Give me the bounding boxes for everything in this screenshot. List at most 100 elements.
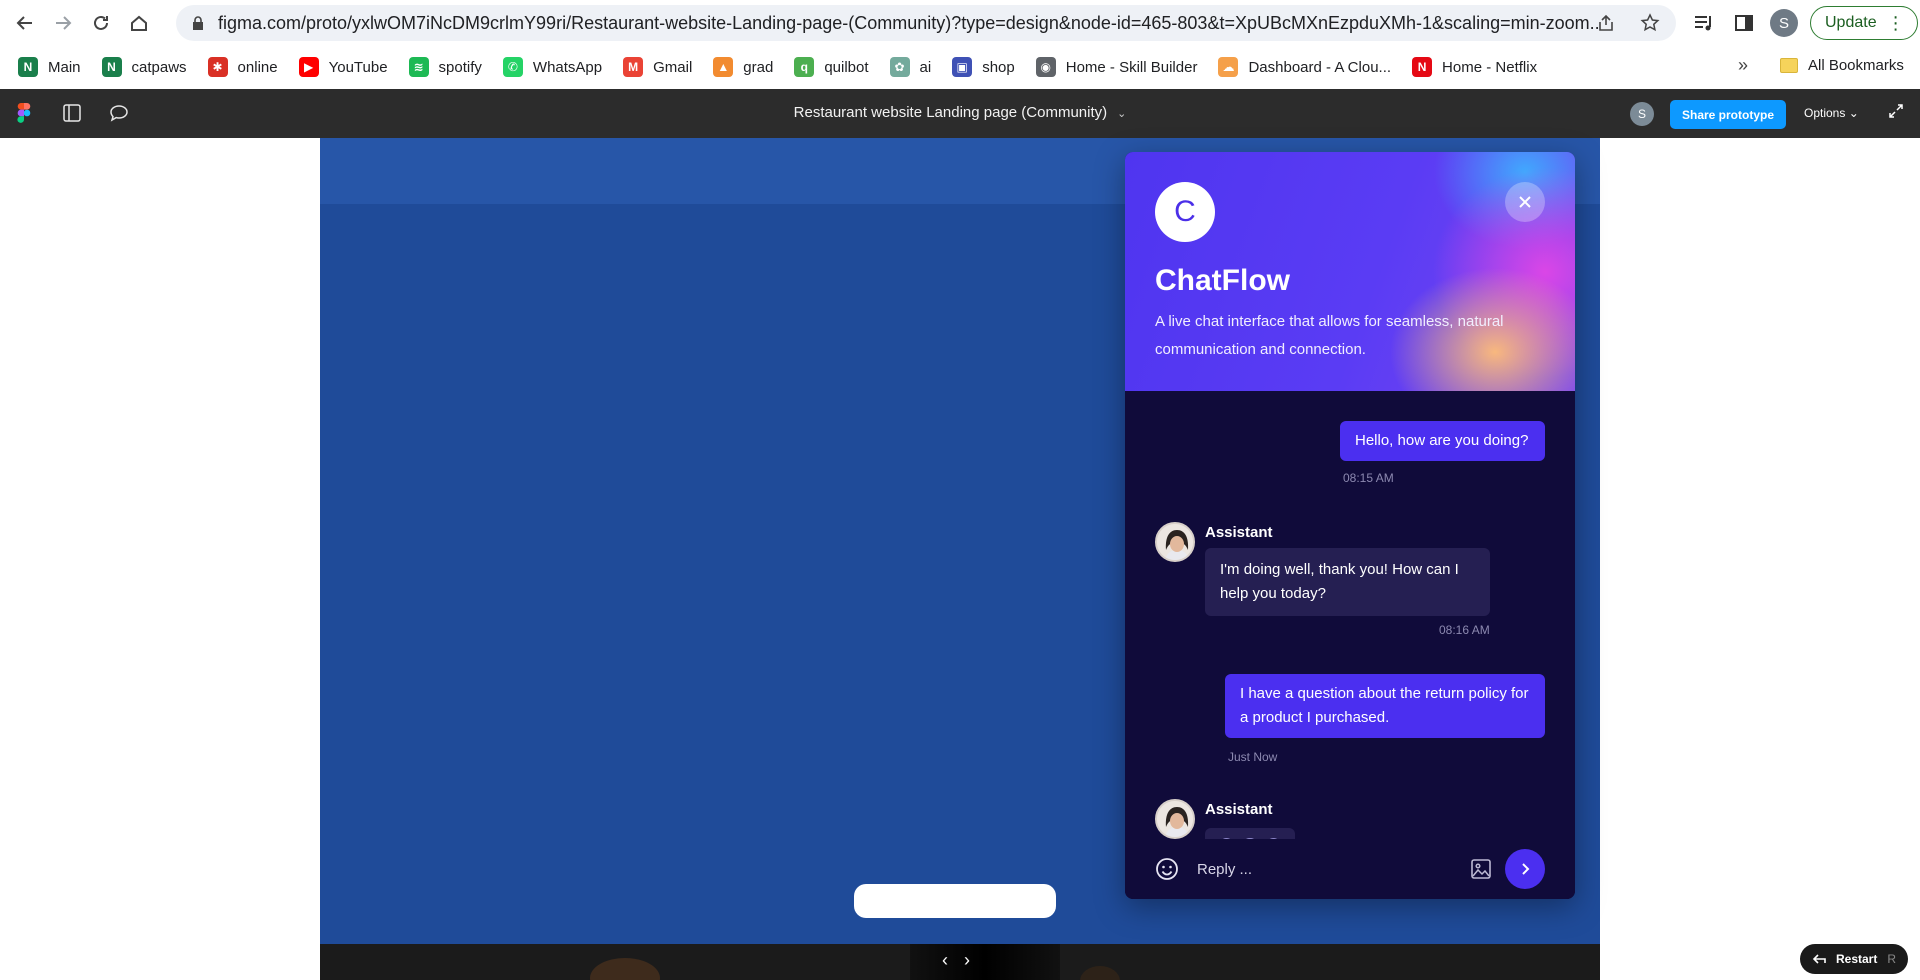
shop-icon: ▣ <box>952 57 973 77</box>
bookmark-label: shop <box>982 58 1015 76</box>
image-shade <box>910 944 1060 980</box>
grad-icon: ▲ <box>713 57 734 77</box>
update-button[interactable]: Update ⋮ <box>1810 6 1918 40</box>
restart-arrow-icon <box>1812 954 1826 964</box>
bookmark-label: YouTube <box>328 58 388 76</box>
bookmark-item[interactable]: ✆ WhatsApp <box>502 57 603 77</box>
lock-icon <box>193 16 203 30</box>
cloud-icon: ☁ <box>1218 57 1239 77</box>
bookmark-item[interactable]: Ncatpaws <box>101 57 187 77</box>
assistant-name: Assistant <box>1205 801 1273 818</box>
globe-icon: ◉ <box>1035 57 1056 77</box>
forward-icon[interactable] <box>46 6 80 40</box>
bookmark-item[interactable]: M Gmail <box>623 57 692 77</box>
bookmark-item[interactable]: ☁ Dashboard - A Clou... <box>1218 57 1391 77</box>
chevron-down-icon: ⌄ <box>1117 108 1127 120</box>
next-frame-icon[interactable]: › <box>964 950 970 971</box>
reply-input[interactable] <box>1197 855 1457 883</box>
bookmark-item[interactable]: ✱ online <box>207 57 278 77</box>
figma-user-avatar[interactable]: S <box>1630 102 1654 126</box>
folder-icon <box>1780 58 1798 73</box>
home-icon[interactable] <box>122 6 156 40</box>
update-label: Update <box>1825 14 1877 31</box>
chatgpt-icon: ✿ <box>889 57 910 77</box>
bookmark-label: grad <box>743 58 774 76</box>
message-time: 08:16 AM <box>1439 623 1490 637</box>
all-bookmarks-button[interactable]: All Bookmarks <box>1780 57 1904 74</box>
notion-n-icon: N <box>101 57 122 77</box>
assistant-name: Assistant <box>1205 524 1273 541</box>
bookmark-label: Home - Skill Builder <box>1065 58 1198 76</box>
bookmarks-bar: N Main Ncatpaws ✱ online ▶ YouTube ≋ spotify ✆ Wha… <box>0 50 1920 84</box>
media-queue-icon[interactable] <box>1690 9 1718 37</box>
restart-shortcut: R <box>1887 952 1897 966</box>
bookmark-item[interactable]: N Main <box>18 57 81 77</box>
chat-widget: C ChatFlow A live chat interface that al… <box>1125 152 1575 899</box>
message-time: 08:15 AM <box>1343 471 1394 485</box>
bookmark-label: Dashboard - A Clou... <box>1248 58 1392 76</box>
chat-subtitle: A live chat interface that allows for se… <box>1155 313 1504 358</box>
quillbot-icon: q <box>794 57 815 77</box>
bookmark-label: catpaws <box>131 58 187 76</box>
send-button[interactable] <box>1505 849 1545 889</box>
options-label: Options <box>1804 106 1846 120</box>
url-text[interactable]: figma.com/proto/yxlwOM7iNcDM9crlmY99ri/R… <box>218 13 1598 34</box>
netflix-icon: N <box>1412 57 1433 77</box>
back-icon[interactable] <box>8 6 42 40</box>
expand-fullscreen-icon[interactable] <box>1888 103 1904 124</box>
close-icon <box>1519 196 1531 208</box>
bookmark-label: spotify <box>438 58 482 76</box>
share-page-icon[interactable] <box>1594 11 1618 35</box>
reload-icon[interactable] <box>84 6 118 40</box>
share-prototype-button[interactable]: Share prototype <box>1670 100 1787 129</box>
bookmark-label: Main <box>48 58 81 76</box>
browser-toolbar: figma.com/proto/yxlwOM7iNcDM9crlmY99ri/R… <box>0 0 1920 46</box>
online-icon: ✱ <box>207 57 228 77</box>
bookmark-label: WhatsApp <box>532 58 603 76</box>
bookmark-item[interactable]: ✿ ai <box>889 57 932 77</box>
brand-avatar: C <box>1155 182 1215 242</box>
bookmark-item[interactable]: ≋ spotify <box>408 57 482 77</box>
notion-n-icon: N <box>18 57 38 77</box>
gmail-icon: M <box>623 57 644 77</box>
spotify-icon: ≋ <box>408 57 429 77</box>
assistant-avatar <box>1155 522 1195 562</box>
message-composer <box>1125 839 1575 899</box>
bookmark-star-icon[interactable] <box>1638 11 1662 35</box>
bookmark-item[interactable]: q quilbot <box>794 57 869 77</box>
bookmark-label: quilbot <box>824 58 869 76</box>
bookmark-label: online <box>237 58 278 76</box>
user-message: Hello, how are you doing? <box>1340 421 1545 461</box>
youtube-icon: ▶ <box>298 57 319 77</box>
assistant-message: I'm doing well, thank you! How can I hel… <box>1205 548 1490 616</box>
send-chevron-icon <box>1522 863 1530 875</box>
bookmarks-overflow-button[interactable]: » <box>1738 55 1748 76</box>
bookmark-label: Home - Netflix <box>1442 58 1538 76</box>
options-menu-button[interactable]: Options ⌄ <box>1804 106 1859 120</box>
whatsapp-icon: ✆ <box>502 57 523 77</box>
user-message: I have a question about the return polic… <box>1225 674 1545 738</box>
bookmark-label: ai <box>919 58 932 76</box>
restart-button[interactable]: Restart R <box>1800 944 1909 974</box>
food-image <box>1080 966 1120 980</box>
prototype-canvas: ‹ › Restart R <box>0 138 1920 980</box>
bookmark-item[interactable]: N Home - Netflix <box>1412 57 1537 77</box>
bookmark-item[interactable]: ◉ Home - Skill Builder <box>1035 57 1198 77</box>
frame-pager: ‹ › <box>942 950 970 971</box>
all-bookmarks-label: All Bookmarks <box>1808 57 1904 74</box>
hero-button-placeholder[interactable] <box>854 884 1056 918</box>
close-chat-button[interactable] <box>1505 182 1545 222</box>
image-upload-icon[interactable] <box>1469 857 1493 881</box>
profile-avatar[interactable]: S <box>1770 9 1798 37</box>
assistant-avatar <box>1155 799 1195 839</box>
previous-frame-icon[interactable]: ‹ <box>942 950 948 971</box>
food-image <box>590 958 660 980</box>
more-vert-icon: ⋮ <box>1886 13 1905 33</box>
bookmark-item[interactable]: ▲ grad <box>713 57 773 77</box>
bookmark-item[interactable]: ▶ YouTube <box>298 57 388 77</box>
side-panel-icon[interactable] <box>1730 9 1758 37</box>
emoji-icon[interactable] <box>1155 857 1179 881</box>
chevron-down-icon: ⌄ <box>1848 106 1859 120</box>
bookmark-item[interactable]: ▣ shop <box>952 57 1015 77</box>
address-bar[interactable]: figma.com/proto/yxlwOM7iNcDM9crlmY99ri/R… <box>176 5 1676 41</box>
